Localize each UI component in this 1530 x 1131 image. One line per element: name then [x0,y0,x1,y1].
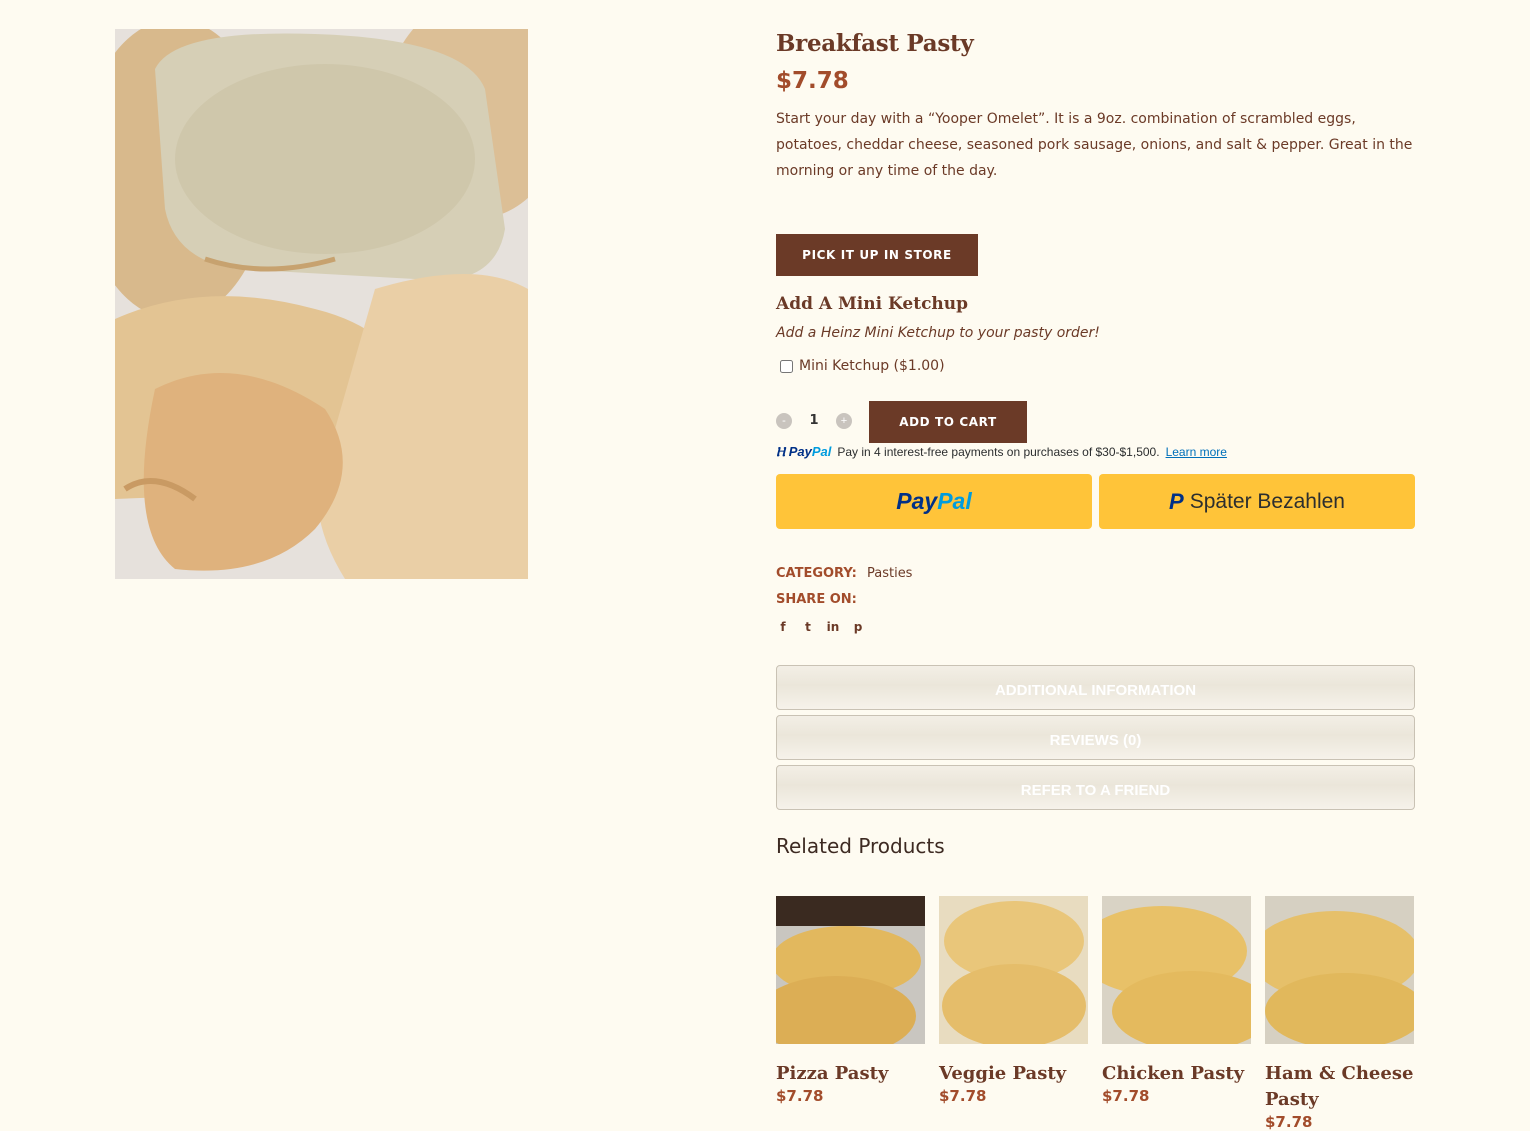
paypal-message-text: Pay in 4 interest-free payments on purch… [837,445,1160,459]
quantity-stepper: - + [776,412,852,429]
related-product-name[interactable]: Ham & Cheese Pasty [1265,1061,1414,1113]
paypal-learn-more-link[interactable]: Learn more [1166,445,1227,459]
product-category: CATEGORY: Pasties [776,566,912,581]
linkedin-icon[interactable]: in [826,620,840,634]
paypal-wordmark: PayPal [896,488,971,515]
paypal-logo-icon: Ⲏ PayPal [776,444,832,459]
product-price: $7.78 [776,68,849,94]
product-image[interactable] [115,29,528,579]
paypal-pay-later-button[interactable]: P Später Bezahlen [1099,474,1415,529]
paypal-p-icon: P [1169,488,1184,514]
paypal-pay-later-label: Später Bezahlen [1189,489,1345,513]
product-title: Breakfast Pasty [776,30,974,57]
related-products-heading: Related Products [776,834,945,858]
related-product-card[interactable]: Chicken Pasty $7.78 [1102,896,1251,1105]
related-product-card[interactable]: Pizza Pasty $7.78 [776,896,925,1105]
product-description: Start your day with a “Yooper Omelet”. I… [776,111,1413,179]
add-to-cart-button[interactable]: ADD TO CART [869,401,1027,443]
addon-title: Add A Mini Ketchup [776,294,969,314]
pinterest-icon[interactable]: p [851,620,865,634]
mini-ketchup-label: Mini Ketchup ($1.00) [799,358,945,374]
category-label: CATEGORY: [776,566,857,581]
share-icons: f t in p [776,620,865,634]
paypal-logo-pal: Pal [811,444,832,459]
related-product-name[interactable]: Pizza Pasty [776,1061,925,1087]
addon-subtitle: Add a Heinz Mini Ketchup to your pasty o… [776,325,1100,341]
related-product-name[interactable]: Chicken Pasty [1102,1061,1251,1087]
related-product-image[interactable] [1265,896,1414,1044]
paypal-logo-pay: Pay [788,444,812,459]
related-product-price: $7.78 [939,1087,987,1105]
related-product-price: $7.78 [776,1087,824,1105]
related-product-price: $7.78 [1102,1087,1150,1105]
twitter-icon[interactable]: t [801,620,815,634]
related-product-card[interactable]: Veggie Pasty $7.78 [939,896,1088,1105]
share-label: SHARE ON: [776,592,857,607]
quantity-increase-button[interactable]: + [836,412,852,429]
quantity-input[interactable] [792,412,836,429]
paypal-wordmark-pay: Pay [896,488,938,514]
paypal-checkout-button[interactable]: PayPal [776,474,1092,529]
related-product-image[interactable] [1102,896,1251,1044]
paypal-pay-later-content: P Später Bezahlen [1169,489,1345,515]
share-on: SHARE ON: [776,592,863,607]
paypal-pay-later-message: Ⲏ PayPal Pay in 4 interest-free payments… [776,442,1227,462]
pick-up-in-store-button[interactable]: PICK IT UP IN STORE [776,234,978,276]
related-product-name[interactable]: Veggie Pasty [939,1061,1088,1087]
related-product-price: $7.78 [1265,1113,1313,1131]
mini-ketchup-option[interactable]: Mini Ketchup ($1.00) [780,358,945,374]
tab-additional-information[interactable]: ADDITIONAL INFORMATION [776,665,1415,710]
related-product-image[interactable] [939,896,1088,1044]
tab-reviews[interactable]: REVIEWS (0) [776,715,1415,760]
related-product-image[interactable] [776,896,925,1044]
quantity-decrease-button[interactable]: - [776,412,792,429]
mini-ketchup-checkbox[interactable] [780,359,793,373]
facebook-icon[interactable]: f [776,620,790,634]
tab-refer-to-a-friend[interactable]: REFER TO A FRIEND [776,765,1415,810]
related-product-card[interactable]: Ham & Cheese Pasty $7.78 [1265,896,1414,1131]
paypal-wordmark-pal: Pal [937,488,972,514]
category-link[interactable]: Pasties [867,566,912,581]
